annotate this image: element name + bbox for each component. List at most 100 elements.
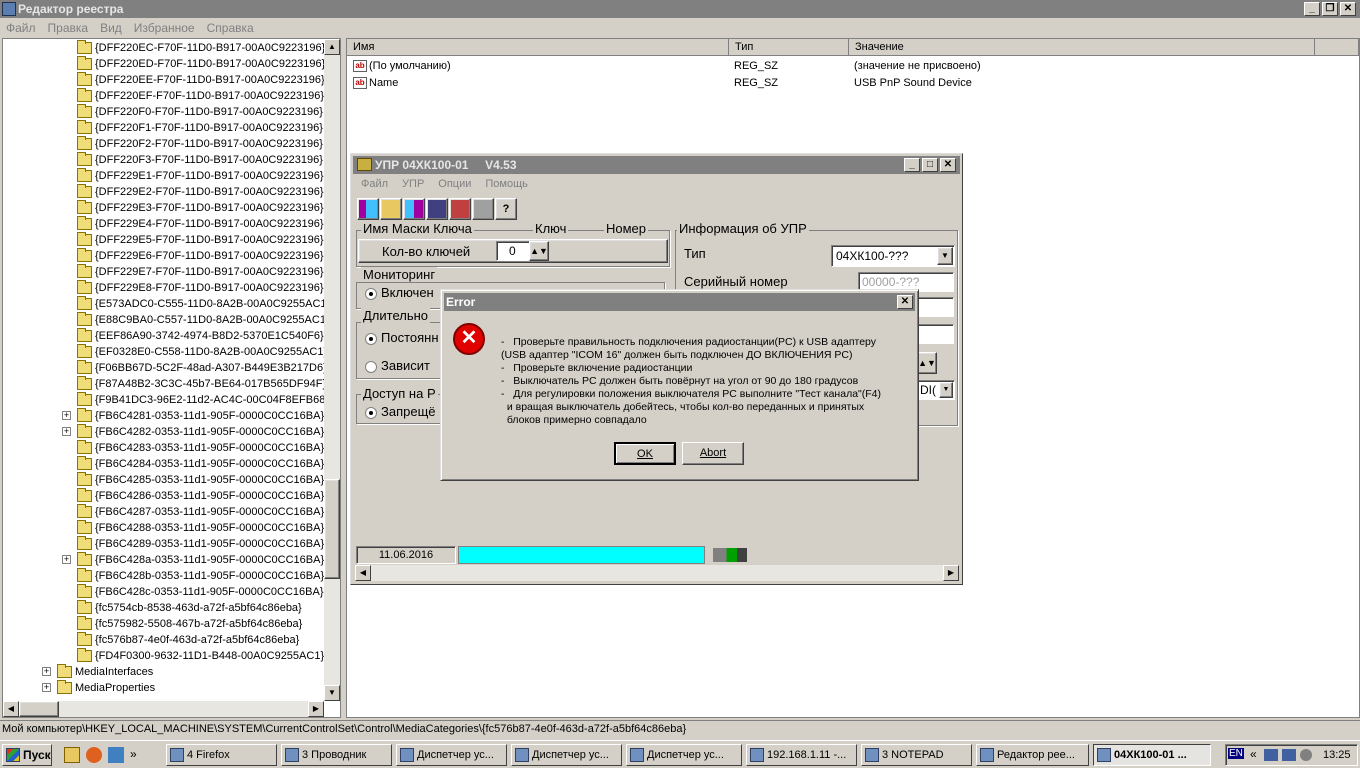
error-close-button[interactable]: ✕ (897, 295, 913, 309)
tree-item[interactable]: {DFF220EC-F70F-11D0-B917-00A0C9223196} (77, 40, 325, 56)
chevron-down-icon[interactable]: ▼ (937, 247, 953, 265)
chevron-down-icon[interactable]: ▼ (939, 382, 953, 398)
column-header-type[interactable]: Тип (729, 39, 849, 56)
tree-vscrollbar[interactable]: ▲ ▼ (324, 39, 340, 701)
tree-item[interactable]: {DFF220F0-F70F-11D0-B917-00A0C9223196} (77, 104, 323, 120)
tree-hscrollbar[interactable]: ◀ ▶ (3, 701, 324, 717)
tree-item[interactable]: {FB6C428b-0353-11d1-905F-0000C0CC16BA} (77, 568, 324, 584)
tree-item[interactable]: {DFF220F1-F70F-11D0-B917-00A0C9223196} (77, 120, 323, 136)
tree-item[interactable]: + MediaProperties (42, 680, 155, 696)
language-indicator[interactable]: EN (1228, 748, 1244, 759)
list-item[interactable]: ab (По умолчанию) REG_SZ (значение не при… (353, 58, 1353, 75)
network2-icon[interactable] (1282, 749, 1296, 761)
scroll-right-icon[interactable]: ▶ (308, 701, 324, 717)
explorer-quicklaunch-icon[interactable] (64, 747, 80, 763)
tree-item[interactable]: + MediaInterfaces (42, 664, 153, 680)
tree-item[interactable]: {DFF229E1-F70F-11D0-B917-00A0C9223196} (77, 168, 324, 184)
menu-view[interactable]: Вид (100, 21, 122, 35)
tree-item[interactable]: {DFF229E3-F70F-11D0-B917-00A0C9223196} (77, 200, 324, 216)
error-dialog[interactable]: Error ✕ ✕ - Проверьте правильность подкл… (440, 289, 919, 481)
upr-menu-upr[interactable]: УПР (402, 178, 424, 190)
scroll-thumb[interactable] (324, 479, 340, 579)
maximize-button[interactable]: ❐ (1322, 2, 1338, 16)
tree-item[interactable]: {fc575982-5508-467b-a72f-a5bf64c86eba} (77, 616, 302, 632)
tree-item[interactable]: {E88C9BA0-C557-11D0-8A2B-00A0C9255AC1} (77, 312, 330, 328)
tree-item[interactable]: {fc5754cb-8538-463d-a72f-a5bf64c86eba} (77, 600, 302, 616)
tree-item[interactable]: {DFF220F3-F70F-11D0-B917-00A0C9223196} (77, 152, 323, 168)
type-select[interactable]: 04ХК100-??? ▼ (831, 245, 955, 267)
upr-hscrollbar[interactable]: ◀ ▶ (355, 565, 959, 581)
key-count-input[interactable]: 0 (496, 241, 530, 261)
scroll-up-icon[interactable]: ▲ (324, 39, 340, 55)
tree-item[interactable]: + {FB6C4281-0353-11d1-905F-0000C0CC16BA} (62, 408, 324, 424)
taskbar-button[interactable]: 3 Проводник (281, 744, 392, 766)
close-button[interactable]: ✕ (1340, 2, 1356, 16)
tree-item[interactable]: {DFF229E2-F70F-11D0-B917-00A0C9223196} (77, 184, 324, 200)
key-count-spinner[interactable]: ▲▼ (529, 241, 549, 261)
tree-item[interactable]: {FB6C4283-0353-11d1-905F-0000C0CC16BA} (77, 440, 324, 456)
menu-edit[interactable]: Правка (48, 21, 89, 35)
registry-tree[interactable]: {DFF220EC-F70F-11D0-B917-00A0C9223196} {D… (2, 38, 341, 718)
menu-favorites[interactable]: Избранное (134, 21, 195, 35)
tree-item[interactable]: {DFF220ED-F70F-11D0-B917-00A0C9223196} (77, 56, 325, 72)
upr-menu-help[interactable]: Помощь (485, 178, 528, 190)
menu-help[interactable]: Справка (207, 21, 254, 35)
taskbar-button[interactable]: Диспетчер ус... (626, 744, 742, 766)
tree-item[interactable]: {DFF220F2-F70F-11D0-B917-00A0C9223196} (77, 136, 323, 152)
column-header-value[interactable]: Значение (849, 39, 1315, 56)
monitoring-on-radio[interactable]: Включен (365, 285, 434, 300)
upr-close-button[interactable]: ✕ (940, 158, 956, 172)
tree-item[interactable]: + {FB6C4282-0353-11d1-905F-0000C0CC16BA} (62, 424, 324, 440)
ok-button[interactable]: OK (614, 442, 676, 465)
taskbar-button[interactable]: 4 Firefox (166, 744, 277, 766)
expand-icon[interactable]: + (62, 411, 71, 420)
column-header-name[interactable]: Имя (347, 39, 729, 56)
tree-item[interactable]: {F87A48B2-3C3C-45b7-BE64-017B565DF94F} (77, 376, 326, 392)
tree-item[interactable]: {F9B41DC3-96E2-11d2-AC4C-00C04F8EFB68} (77, 392, 329, 408)
chevron-right-icon[interactable]: » (130, 747, 137, 763)
taskbar-button[interactable]: Редактор рее... (976, 744, 1089, 766)
upr-menu-file[interactable]: Файл (361, 178, 388, 190)
expand-icon[interactable]: + (62, 427, 71, 436)
tree-item[interactable]: {FB6C4285-0353-11d1-905F-0000C0CC16BA} (77, 472, 324, 488)
tree-item[interactable]: {DFF229E8-F70F-11D0-B917-00A0C9223196} (77, 280, 324, 296)
help-icon[interactable]: ? (495, 198, 517, 220)
settings-icon[interactable] (449, 198, 471, 220)
tree-item[interactable]: {FB6C4286-0353-11d1-905F-0000C0CC16BA} (77, 488, 324, 504)
scroll-left-icon[interactable]: ◀ (355, 565, 371, 581)
minimize-button[interactable]: _ (1304, 2, 1320, 16)
taskbar-button[interactable]: 3 NOTEPAD (861, 744, 972, 766)
abort-button[interactable]: Abort (682, 442, 744, 465)
duration-depends-radio[interactable]: Зависит (365, 358, 430, 373)
tree-item[interactable]: {F06BB67D-5C2F-48ad-A307-B449E3B217D6} (77, 360, 327, 376)
tree-item[interactable]: {FB6C4288-0353-11d1-905F-0000C0CC16BA} (77, 520, 324, 536)
tree-item[interactable]: {EEF86A90-3742-4974-B8D2-5370E1C540F6} (77, 328, 324, 344)
firefox-quicklaunch-icon[interactable] (86, 747, 102, 763)
tree-item[interactable]: {FB6C428c-0353-11d1-905F-0000C0CC16BA} (77, 584, 324, 600)
tree-item[interactable]: {E573ADC0-C555-11D0-8A2B-00A0C9255AC1} (77, 296, 330, 312)
menu-file[interactable]: Файл (6, 21, 36, 35)
mode-select[interactable]: DI( ▼ (917, 380, 955, 400)
taskbar-button[interactable]: 04ХК100-01 ... (1093, 744, 1211, 766)
duration-constant-radio[interactable]: Постоянн (365, 330, 439, 345)
network-icon[interactable] (1264, 749, 1278, 761)
tree-item[interactable]: {DFF220EE-F70F-11D0-B917-00A0C9223196} (77, 72, 325, 88)
hscroll-thumb[interactable] (19, 701, 59, 717)
tree-item[interactable]: {FB6C4287-0353-11d1-905F-0000C0CC16BA} (77, 504, 324, 520)
tree-item[interactable]: {FD4F0300-9632-11D1-B448-00A0C9255AC1} (77, 648, 324, 664)
access-denied-radio[interactable]: Запрещё (365, 404, 436, 419)
list-item[interactable]: ab Name REG_SZ USB PnP Sound Device (353, 75, 1353, 92)
tree-item[interactable]: {DFF229E6-F70F-11D0-B917-00A0C9223196} (77, 248, 324, 264)
scroll-left-icon[interactable]: ◀ (3, 701, 19, 717)
scroll-right-icon[interactable]: ▶ (943, 565, 959, 581)
tree-item[interactable]: {FB6C4284-0353-11d1-905F-0000C0CC16BA} (77, 456, 324, 472)
upr-minimize-button[interactable]: _ (904, 158, 920, 172)
tree-item[interactable]: + {FB6C428a-0353-11d1-905F-0000C0CC16BA} (62, 552, 324, 568)
tree-item[interactable]: {FB6C4289-0353-11d1-905F-0000C0CC16BA} (77, 536, 324, 552)
save-icon[interactable] (426, 198, 448, 220)
tree-item[interactable]: {DFF220EF-F70F-11D0-B917-00A0C9223196} (77, 88, 324, 104)
expand-icon[interactable]: + (42, 683, 51, 692)
desktop-quicklaunch-icon[interactable] (108, 747, 124, 763)
tree-item[interactable]: {DFF229E4-F70F-11D0-B917-00A0C9223196} (77, 216, 324, 232)
chevron-left-icon[interactable]: « (1250, 747, 1257, 761)
